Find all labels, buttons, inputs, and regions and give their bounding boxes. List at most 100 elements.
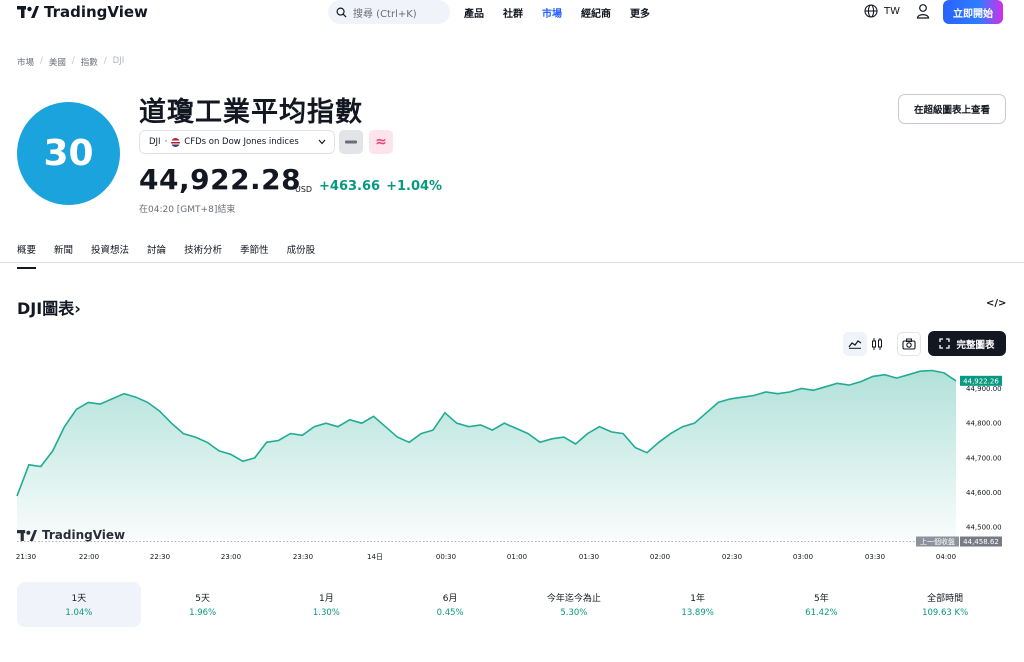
price-change: +463.66 +1.04%: [319, 179, 442, 194]
section-tabs: 概要 新聞 投資想法 討論 技術分析 季節性 成份股: [17, 242, 315, 269]
tab-2[interactable]: 投資想法: [91, 242, 129, 269]
x-tick-label: 23:00: [221, 553, 241, 561]
main-nav: 產品 社群 市場 經紀商 更多: [464, 5, 650, 20]
period-label: 1年: [690, 594, 705, 604]
language-selector[interactable]: TW: [864, 4, 900, 18]
x-tick-label: 01:30: [579, 553, 599, 561]
period-label: 1天: [71, 594, 87, 604]
chevron-right-icon: ›: [74, 299, 81, 318]
period-button-7[interactable]: 全部時間 109.63 K%: [883, 582, 1007, 627]
search-placeholder: 搜尋 (Ctrl+K): [353, 8, 417, 20]
minus-icon: [345, 140, 357, 144]
breadcrumb-separator: /: [71, 56, 75, 66]
candlestick-chart-type-button[interactable]: [866, 332, 888, 356]
view-on-supercharts-button[interactable]: 在超級圖表上查看: [898, 94, 1006, 124]
user-icon: [916, 4, 930, 19]
tab-1[interactable]: 新聞: [54, 242, 73, 269]
y-tick-label: 44,700.00: [966, 454, 1002, 462]
x-tick-label: 23:30: [293, 553, 313, 561]
tab-3[interactable]: 討論: [147, 242, 166, 269]
chart-section-title[interactable]: DJI圖表›: [17, 295, 81, 319]
price-chart[interactable]: 上一個收盤 44,458.62 44,900.00 44,800.00 44,700.0…: [0, 362, 1024, 572]
period-change: 109.63 K%: [922, 608, 969, 618]
minus-icon-button[interactable]: [339, 130, 363, 154]
breadcrumb-item-3: DJI: [112, 56, 125, 66]
period-label: 今年迄今為止: [546, 594, 601, 604]
x-tick-label: 22:30: [150, 553, 170, 561]
tab-4[interactable]: 技術分析: [184, 242, 222, 269]
tradingview-watermark: TradingView: [17, 528, 125, 542]
language-code: TW: [884, 5, 900, 17]
nav-item-1[interactable]: 社群: [503, 5, 523, 20]
watermark-text: TradingView: [42, 528, 126, 542]
snapshot-button[interactable]: [897, 332, 921, 356]
full-chart-label: 完整圖表: [956, 339, 995, 351]
area-chart-type-button[interactable]: [843, 332, 867, 356]
period-label: 1月: [319, 594, 334, 604]
period-button-3[interactable]: 6月 0.45%: [388, 582, 512, 627]
price-area-fill: [17, 370, 956, 540]
chart-title-text: DJI圖表: [17, 299, 75, 318]
period-label: 5年: [814, 594, 829, 604]
currency: USD: [295, 185, 313, 194]
exchange-name: CFDs on Dow Jones indices: [184, 137, 299, 147]
tab-6[interactable]: 成份股: [287, 242, 316, 269]
period-label: 6月: [442, 594, 458, 604]
symbol-exchange-selector[interactable]: DJI · CFDs on Dow Jones indices: [139, 130, 335, 154]
period-change: 5.30%: [560, 608, 588, 618]
x-tick-label: 04:00: [936, 553, 956, 561]
period-change: 0.45%: [436, 608, 464, 618]
period-button-6[interactable]: 5年 61.42%: [760, 582, 884, 627]
tab-0[interactable]: 概要: [17, 242, 37, 269]
x-tick-label: 14日: [367, 553, 383, 561]
period-button-1[interactable]: 5天 1.96%: [141, 582, 265, 627]
breadcrumb-item-0[interactable]: 市場: [17, 56, 34, 68]
period-button-0[interactable]: 1天 1.04%: [17, 582, 141, 627]
fullscreen-icon: [939, 338, 951, 349]
period-change: 1.30%: [312, 608, 340, 618]
y-tick-label: 44,800.00: [966, 420, 1002, 428]
tradingview-logo-icon: [17, 6, 39, 18]
breadcrumb-separator: /: [40, 56, 43, 66]
approx-icon-button[interactable]: ≈: [369, 130, 393, 154]
period-label: 5天: [195, 594, 210, 604]
breadcrumb: 市場 / 美國 / 指數 / DJI: [17, 56, 124, 68]
chevron-down-icon: [318, 139, 326, 145]
get-started-button[interactable]: 立即開始: [943, 0, 1003, 24]
last-price: 44,922.28: [139, 163, 302, 196]
x-tick-label: 01:00: [507, 553, 527, 561]
search-bar[interactable]: 搜尋 (Ctrl+K): [328, 0, 450, 24]
breadcrumb-item-2[interactable]: 指數: [81, 56, 98, 68]
x-tick-label: 21:30: [16, 553, 36, 561]
top-bar: TradingView 搜尋 (Ctrl+K) 產品 社群 市場 經紀商 更多 TW 立…: [0, 0, 1024, 26]
prev-close-caption: 上一個收盤: [920, 537, 955, 546]
breadcrumb-item-1[interactable]: 美國: [49, 56, 66, 68]
nav-item-4[interactable]: 更多: [630, 5, 650, 20]
period-button-5[interactable]: 1年 13.89%: [636, 582, 760, 627]
period-change: 1.96%: [189, 608, 217, 618]
tradingview-logo[interactable]: TradingView: [17, 3, 148, 21]
period-label: 全部時間: [927, 594, 964, 604]
change-absolute: +463.66: [319, 179, 381, 194]
brand-name: TradingView: [44, 3, 148, 21]
change-percent: +1.04%: [386, 179, 443, 194]
x-tick-label: 02:00: [650, 553, 670, 561]
embed-code-icon[interactable]: </>: [986, 298, 1006, 309]
nav-item-2[interactable]: 市場: [542, 5, 562, 20]
y-tick-label: 44,500.00: [966, 524, 1002, 532]
tradingview-watermark-icon: [17, 529, 37, 541]
nav-item-3[interactable]: 經紀商: [581, 5, 611, 20]
period-button-4[interactable]: 今年迄今為止 5.30%: [512, 582, 636, 627]
full-chart-button[interactable]: 完整圖表: [928, 331, 1006, 356]
nav-item-0[interactable]: 產品: [464, 5, 484, 20]
period-change: 13.89%: [681, 608, 714, 618]
globe-icon: [864, 4, 878, 18]
tab-5[interactable]: 季節性: [240, 242, 269, 269]
user-menu[interactable]: [916, 3, 930, 23]
camera-icon: [902, 338, 916, 350]
period-button-2[interactable]: 1月 1.30%: [265, 582, 389, 627]
separator-dot: ·: [164, 137, 168, 147]
x-tick-label: 02:30: [722, 553, 742, 561]
performance-periods: 1天 1.04% 5天 1.96% 1月 1.30% 6月 0.45% 今年迄今為止 5.30% 1…: [17, 582, 1007, 627]
market-closed-time: 在04:20 [GMT+8]結束: [139, 205, 236, 215]
